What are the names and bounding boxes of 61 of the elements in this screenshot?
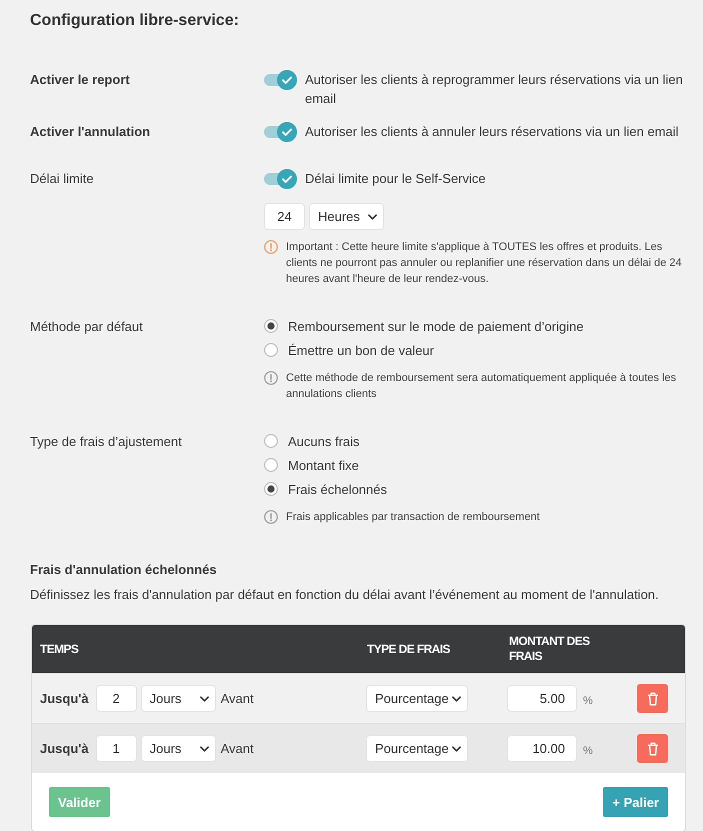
radio-label: Remboursement sur le mode de paiement d’origine: [288, 318, 584, 336]
toggle-description: Autoriser les clients à annuler leurs réservations via un lien email: [305, 123, 679, 141]
radio-button[interactable]: [264, 458, 278, 472]
chevron-down-icon: [200, 746, 209, 752]
trash-icon: [646, 692, 658, 706]
chevron-down-icon: [368, 214, 377, 220]
subsection-title: Frais d'annulation échelonnés: [30, 561, 218, 579]
radio-button[interactable]: [264, 482, 278, 496]
amount-field[interactable]: 10.00: [507, 735, 577, 762]
chevron-down-icon: [452, 696, 461, 702]
chevron-down-icon: [452, 746, 461, 752]
radio-label: Émettre un bon de valeur: [288, 342, 434, 360]
note-text: Frais applicables par transaction de remboursement: [286, 510, 540, 525]
toggle-description: Autoriser les clients à reprogrammer leurs réservations via un lien email: [305, 71, 684, 108]
fee-type-select[interactable]: Pourcentage: [366, 735, 468, 762]
subsection-description: Définissez les frais d'annulation par défaut en fonction du délai avant l’événement au moment de l'annulation.: [30, 586, 660, 604]
toggle-description: Délai limite pour le Self-Service: [305, 170, 486, 188]
row-suffix: Avant: [220, 691, 254, 706]
setting-label: Méthode par défaut: [30, 318, 144, 336]
chevron-down-icon: [200, 696, 209, 702]
column-header: TEMPS: [40, 642, 78, 656]
radio-label: Montant fixe: [288, 456, 359, 474]
fee-type-select[interactable]: Pourcentage: [366, 685, 468, 712]
number-field[interactable]: 24: [264, 203, 305, 230]
check-icon: [277, 169, 297, 189]
section-title: Configuration libre-service:: [30, 11, 240, 31]
number-field[interactable]: 1: [96, 735, 137, 762]
unit-select[interactable]: Jours: [140, 735, 216, 762]
toggle-switch[interactable]: [264, 70, 297, 90]
column-header: MONTANT DES FRAIS: [509, 634, 590, 663]
trash-icon: [646, 742, 658, 756]
radio-button[interactable]: [264, 319, 278, 333]
number-field[interactable]: 2: [96, 685, 137, 712]
setting-label: Activer l'annulation: [30, 123, 152, 141]
note-text: Important : Cette heure limite s'applique à TOUTES les offres et produits. Les clients ne pourront pas annuler ou replanifier une réservation dans un délai de 24 heures avant l'heure de leur rendez-vous.: [286, 240, 683, 287]
setting-label: Délai limite: [30, 170, 95, 188]
toggle-switch[interactable]: [264, 169, 297, 189]
radio-label: Aucuns frais: [288, 432, 360, 450]
delete-button[interactable]: [637, 684, 668, 713]
row-suffix: Avant: [220, 741, 254, 756]
toggle-switch[interactable]: [264, 122, 297, 142]
radio-label: Frais échelonnés: [288, 480, 387, 498]
unit-select[interactable]: Jours: [140, 685, 216, 712]
amount-field[interactable]: 5.00: [507, 685, 577, 712]
amount-unit: %: [583, 745, 593, 757]
column-header: TYPE DE FRAIS: [367, 642, 450, 656]
alert-icon: [264, 240, 278, 254]
row-prefix: Jusqu'à: [40, 691, 89, 706]
check-icon: [277, 70, 297, 90]
amount-unit: %: [583, 695, 593, 707]
check-icon: [277, 122, 297, 142]
setting-label: Type de frais d’ajustement: [30, 433, 183, 451]
delete-button[interactable]: [637, 734, 668, 763]
row-prefix: Jusqu'à: [40, 741, 89, 756]
unit-select[interactable]: Heures: [309, 203, 384, 230]
alert-icon: [264, 371, 278, 385]
radio-button[interactable]: [264, 434, 278, 448]
note-text: Cette méthode de remboursement sera automatiquement appliquée à toutes les annulations clients: [286, 371, 678, 402]
alert-icon: [264, 510, 278, 524]
setting-label: Activer le report: [30, 71, 131, 89]
radio-button[interactable]: [264, 343, 278, 357]
